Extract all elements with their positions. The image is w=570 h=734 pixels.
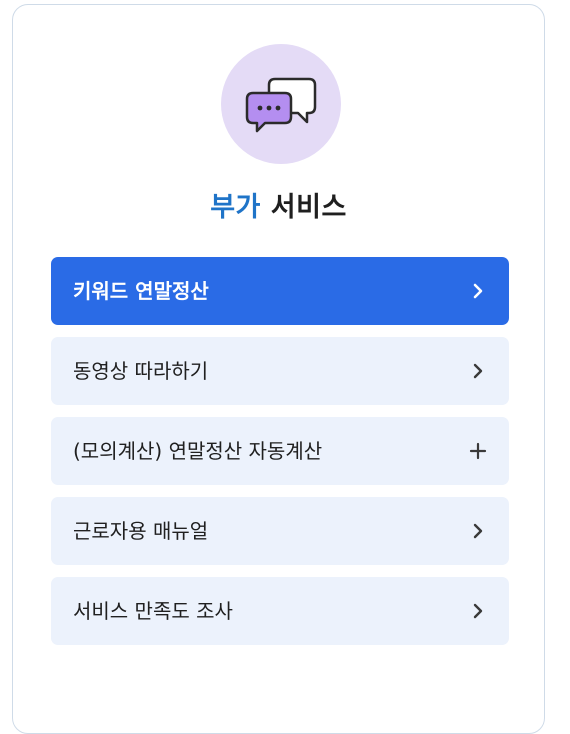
menu-item-label: 서비스 만족도 조사 <box>73 599 233 623</box>
menu-item-satisfaction-survey[interactable]: 서비스 만족도 조사 <box>51 577 509 645</box>
section-title: 부가 서비스 <box>13 185 544 224</box>
menu-item-label: 키워드 연말정산 <box>73 279 209 303</box>
chevron-right-icon <box>473 523 483 539</box>
menu-item-label: 동영상 따라하기 <box>73 359 209 383</box>
chevron-right-icon <box>473 363 483 379</box>
additional-services-card: 부가 서비스 키워드 연말정산 동영상 따라하기 (모의계산) 연말정산 자동계… <box>12 4 545 734</box>
title-rest: 서비스 <box>270 192 347 223</box>
service-menu: 키워드 연말정산 동영상 따라하기 (모의계산) 연말정산 자동계산 근로자용 … <box>51 257 509 657</box>
chevron-right-icon <box>473 283 483 299</box>
title-accent: 부가 <box>210 192 261 223</box>
menu-item-video-guide[interactable]: 동영상 따라하기 <box>51 337 509 405</box>
menu-item-worker-manual[interactable]: 근로자용 매뉴얼 <box>51 497 509 565</box>
chevron-right-icon <box>473 603 483 619</box>
menu-item-label: (모의계산) 연말정산 자동계산 <box>73 439 323 463</box>
menu-item-mock-calculation[interactable]: (모의계산) 연말정산 자동계산 <box>51 417 509 485</box>
plus-icon <box>469 442 487 460</box>
menu-item-keyword-year-end-settlement[interactable]: 키워드 연말정산 <box>51 257 509 325</box>
chat-bubbles-icon <box>221 44 341 164</box>
menu-item-label: 근로자용 매뉴얼 <box>73 519 209 543</box>
